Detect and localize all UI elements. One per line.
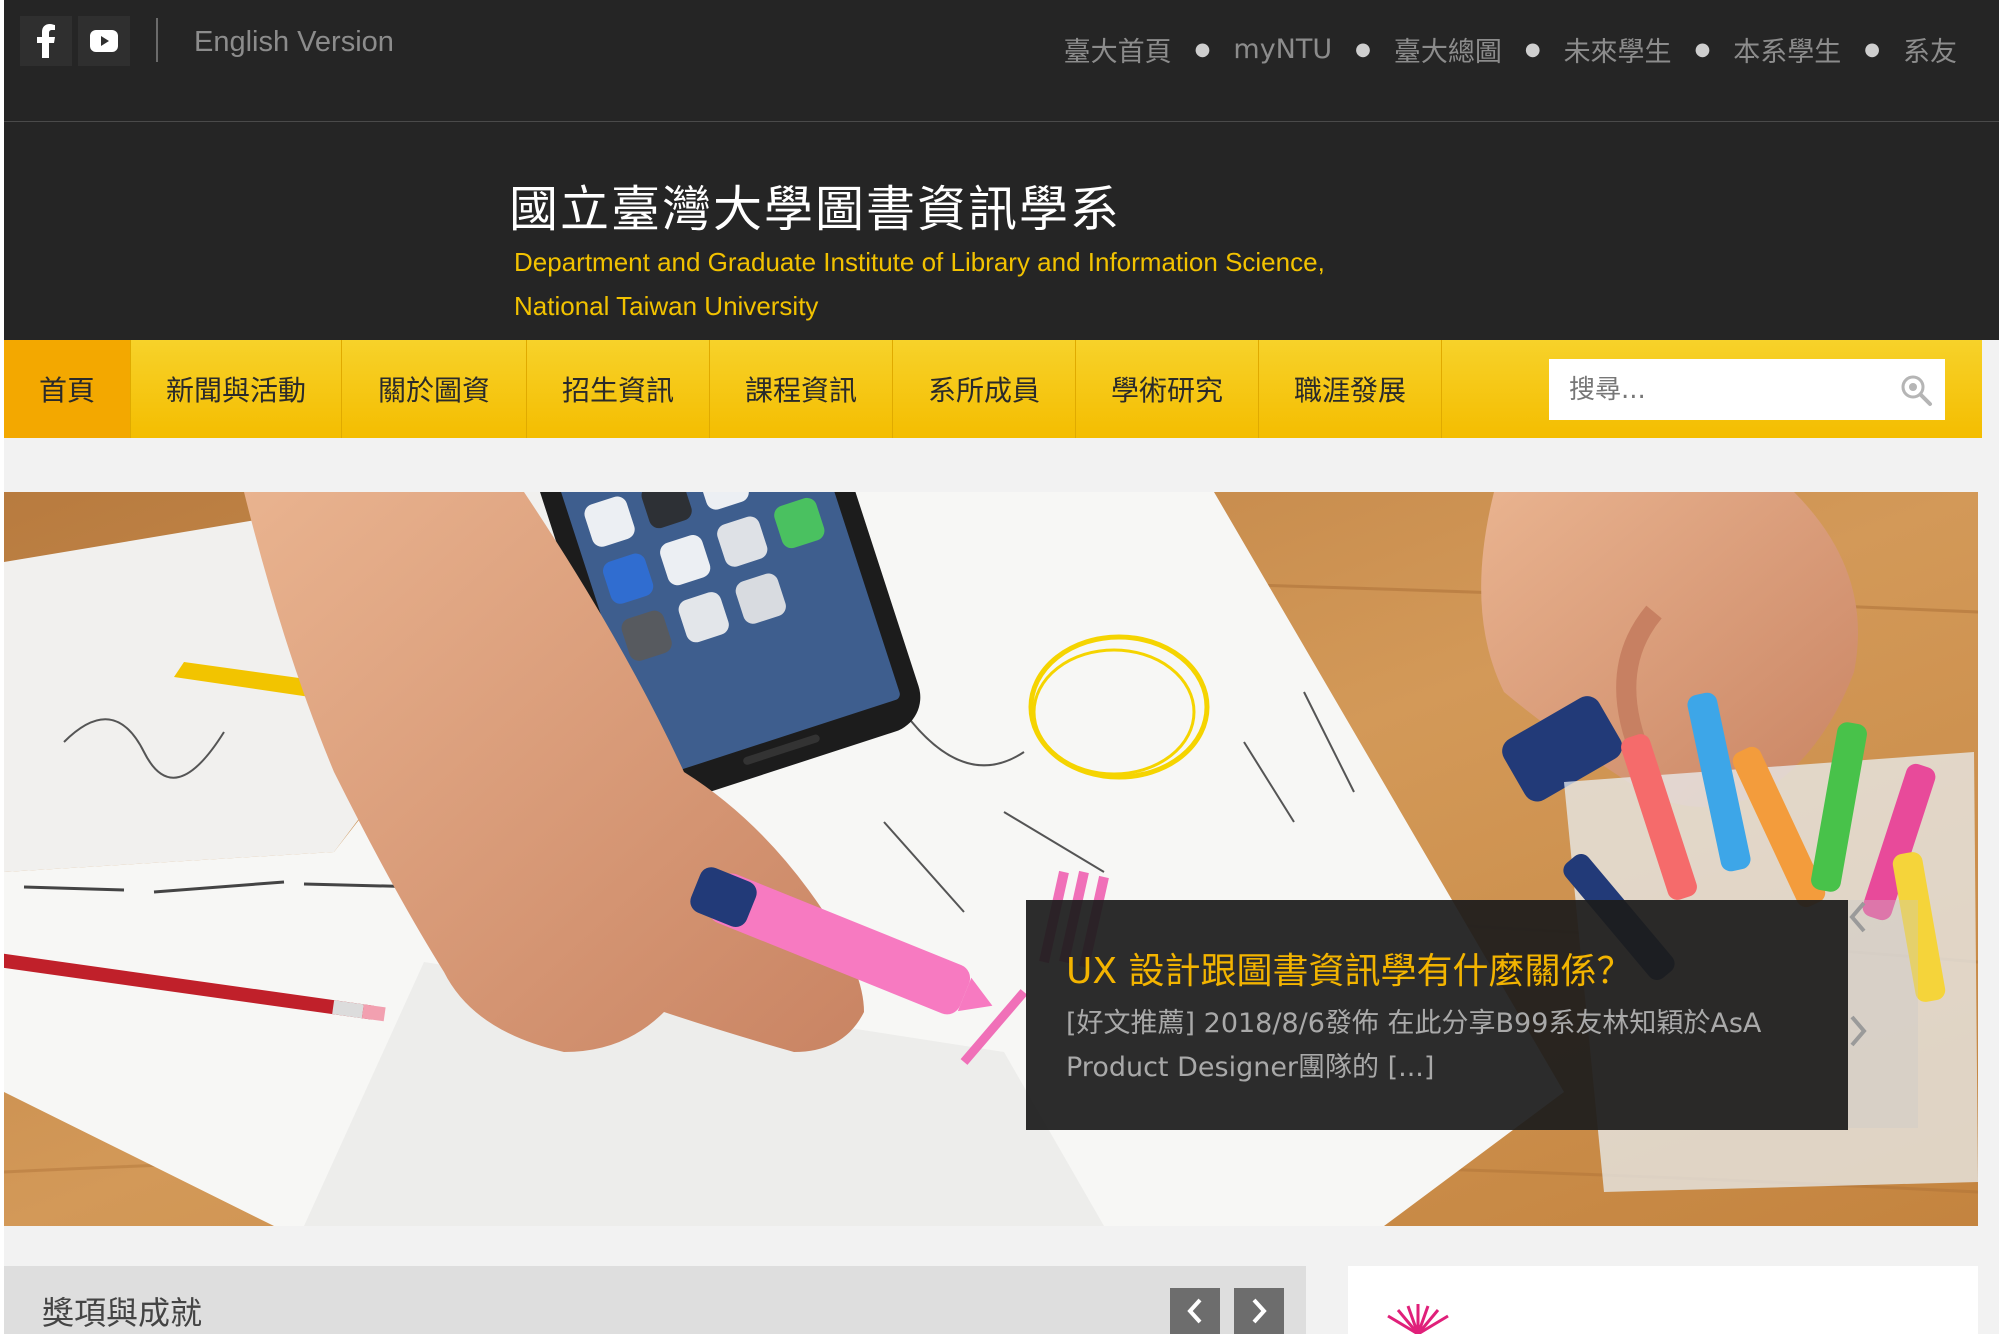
hero-slider: UX 設計跟圖書資訊學有什麼關係？ [好文推薦] 2018/8/6發佈 在此分享…: [4, 492, 1978, 1226]
chevron-left-icon: [1849, 901, 1866, 933]
slide-excerpt: [好文推薦] 2018/8/6發佈 在此分享B99系友林知穎於AsA Produ…: [1066, 1008, 1762, 1083]
chevron-left-icon: [1187, 1298, 1202, 1324]
burst-logo-icon: [1387, 1304, 1449, 1334]
nav-item-research[interactable]: 學術研究: [1076, 340, 1259, 438]
nav-item-home[interactable]: 首頁: [4, 340, 131, 438]
youtube-button[interactable]: [78, 16, 130, 66]
nav-item-news[interactable]: 新聞與活動: [131, 340, 342, 438]
chevron-right-icon: [1850, 1015, 1867, 1047]
main-nav: 首頁 新聞與活動 關於圖資 招生資訊 課程資訊 系所成員 學術研究 職涯發展: [4, 340, 1982, 438]
nav-item-admission[interactable]: 招生資訊: [527, 340, 710, 438]
nav-item-members[interactable]: 系所成員: [893, 340, 1076, 438]
search-input[interactable]: [1549, 373, 1891, 406]
facebook-icon: [37, 24, 55, 58]
facebook-button[interactable]: [20, 16, 72, 66]
side-panel: [1348, 1266, 1978, 1334]
chevron-right-icon: [1252, 1298, 1267, 1324]
awards-next-button[interactable]: [1234, 1288, 1284, 1334]
bullet-icon: ●: [1524, 39, 1541, 60]
bullet-icon: ●: [1694, 39, 1711, 60]
top-link-library[interactable]: 臺大總圖: [1394, 30, 1502, 69]
subtitle-line-2: National Taiwan University: [514, 291, 819, 321]
slider-prev-button[interactable]: [1848, 900, 1918, 1014]
slider-next-button[interactable]: [1848, 1014, 1918, 1128]
awards-prev-button[interactable]: [1170, 1288, 1220, 1334]
top-link-future-students[interactable]: 未來學生: [1564, 30, 1672, 69]
site-subtitle: Department and Graduate Institute of Lib…: [514, 240, 1325, 328]
slide-caption[interactable]: UX 設計跟圖書資訊學有什麼關係？ [好文推薦] 2018/8/6發佈 在此分享…: [1026, 900, 1848, 1130]
top-link-myntu[interactable]: myNTU: [1233, 34, 1332, 65]
site-header: 國立臺灣大學圖書資訊學系 Department and Graduate Ins…: [4, 122, 1999, 340]
top-bar: English Version 臺大首頁 ● myNTU ● 臺大總圖 ● 未來…: [4, 0, 1999, 122]
search-box: [1549, 359, 1945, 420]
top-link-ntu-home[interactable]: 臺大首頁: [1064, 30, 1172, 69]
awards-section: 獎項與成就: [4, 1266, 1306, 1334]
nav-item-career[interactable]: 職涯發展: [1259, 340, 1442, 438]
search-icon[interactable]: [1899, 373, 1933, 407]
top-link-alumni[interactable]: 系友: [1903, 30, 1957, 69]
site: English Version 臺大首頁 ● myNTU ● 臺大總圖 ● 未來…: [4, 0, 1999, 1334]
english-version-link[interactable]: English Version: [194, 26, 394, 59]
top-links: 臺大首頁 ● myNTU ● 臺大總圖 ● 未來學生 ● 本系學生 ● 系友: [1064, 30, 1957, 69]
slide-title[interactable]: UX 設計跟圖書資訊學有什麼關係？: [1066, 942, 1632, 994]
nav-item-courses[interactable]: 課程資訊: [710, 340, 893, 438]
divider: [156, 18, 158, 62]
top-link-current-students[interactable]: 本系學生: [1733, 30, 1841, 69]
site-title[interactable]: 國立臺灣大學圖書資訊學系: [509, 170, 1121, 241]
bullet-icon: ●: [1864, 39, 1880, 60]
bullet-icon: ●: [1355, 39, 1371, 60]
bullet-icon: ●: [1194, 39, 1211, 60]
nav-item-about[interactable]: 關於圖資: [342, 340, 527, 438]
subtitle-line-1: Department and Graduate Institute of Lib…: [514, 247, 1325, 277]
awards-title: 獎項與成就: [42, 1294, 203, 1332]
youtube-icon: [90, 30, 118, 52]
